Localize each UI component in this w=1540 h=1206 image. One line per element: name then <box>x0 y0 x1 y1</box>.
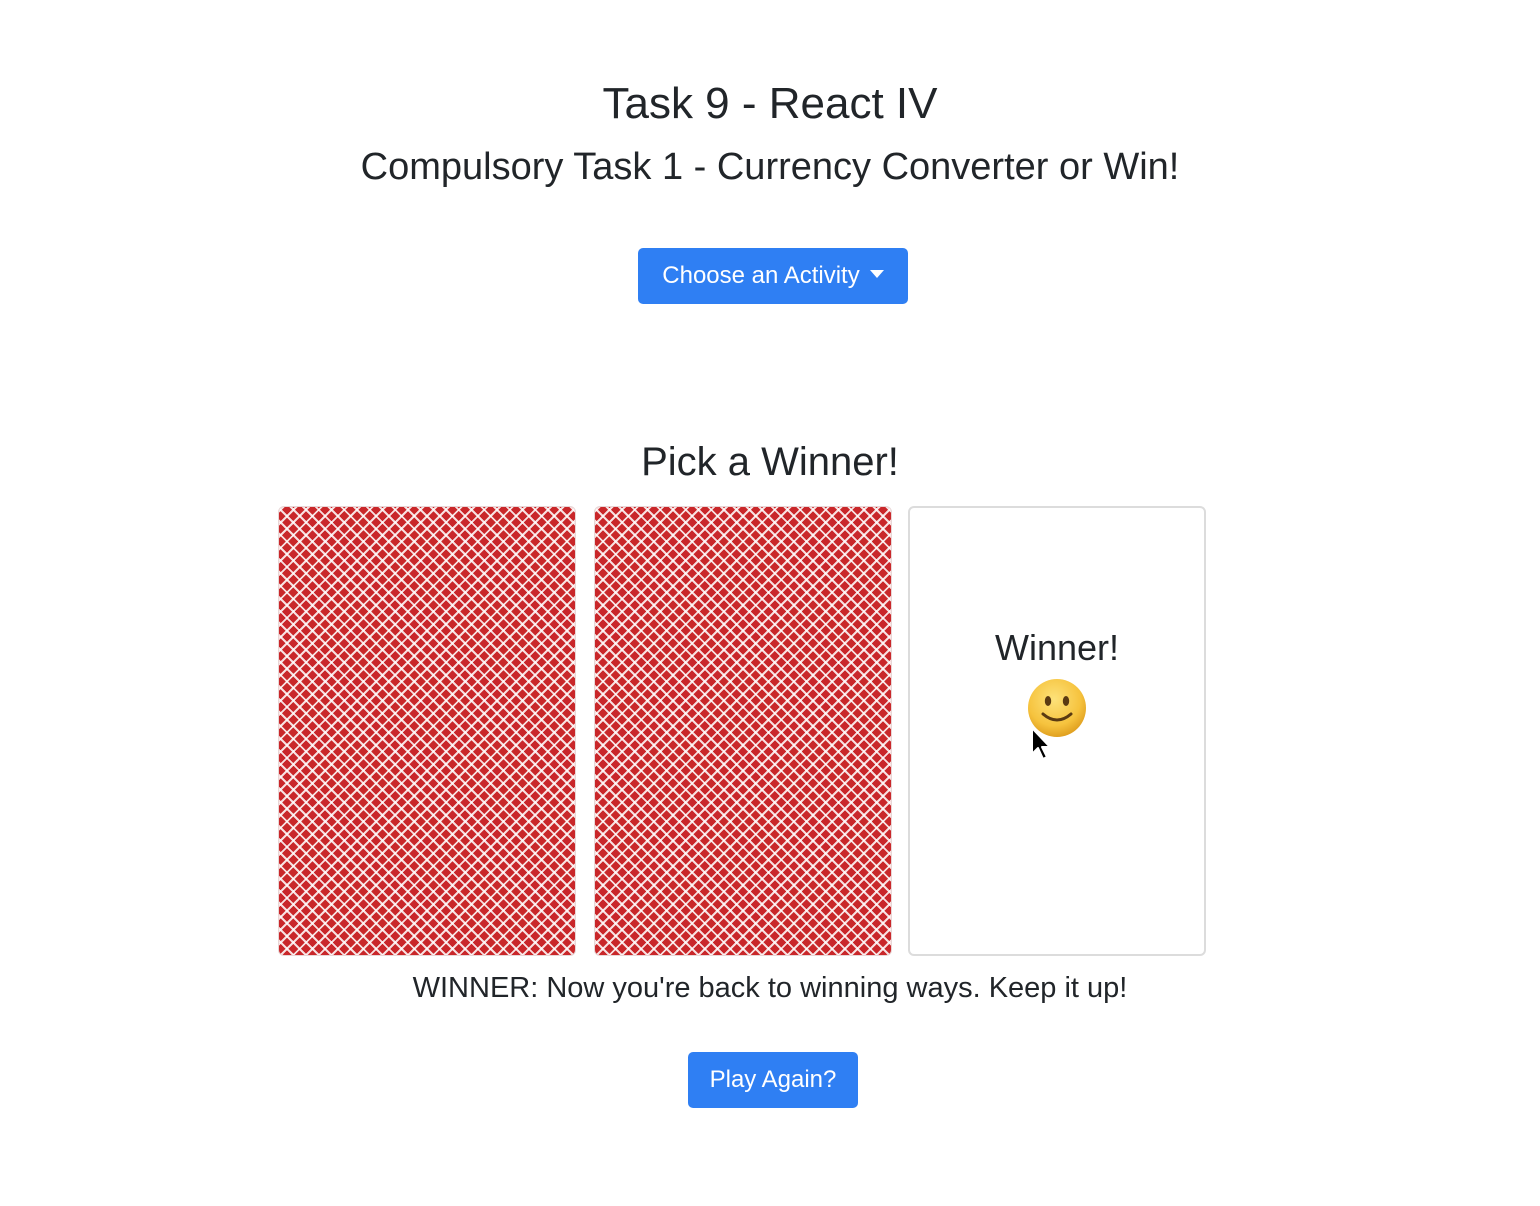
winner-label: Winner! <box>994 627 1120 668</box>
page-subtitle: Compulsory Task 1 - Currency Converter o… <box>360 146 1180 188</box>
result-message: WINNER: Now you're back to winning ways.… <box>412 972 1128 1004</box>
card-2-face-down[interactable] <box>594 506 892 956</box>
game-title: Pick a Winner! <box>641 440 899 484</box>
choose-activity-label: Choose an Activity <box>662 262 860 289</box>
card-1-face-down[interactable] <box>278 506 576 956</box>
caret-down-icon <box>869 270 884 278</box>
page: Task 9 - React IV Compulsory Task 1 - Cu… <box>0 0 1540 1206</box>
card-3-winner[interactable]: Winner! <box>908 506 1206 956</box>
page-title: Task 9 - React IV <box>602 79 938 128</box>
choose-activity-dropdown[interactable]: Choose an Activity <box>638 248 908 304</box>
smiley-face-icon <box>1028 679 1086 737</box>
play-again-button[interactable]: Play Again? <box>688 1052 858 1108</box>
